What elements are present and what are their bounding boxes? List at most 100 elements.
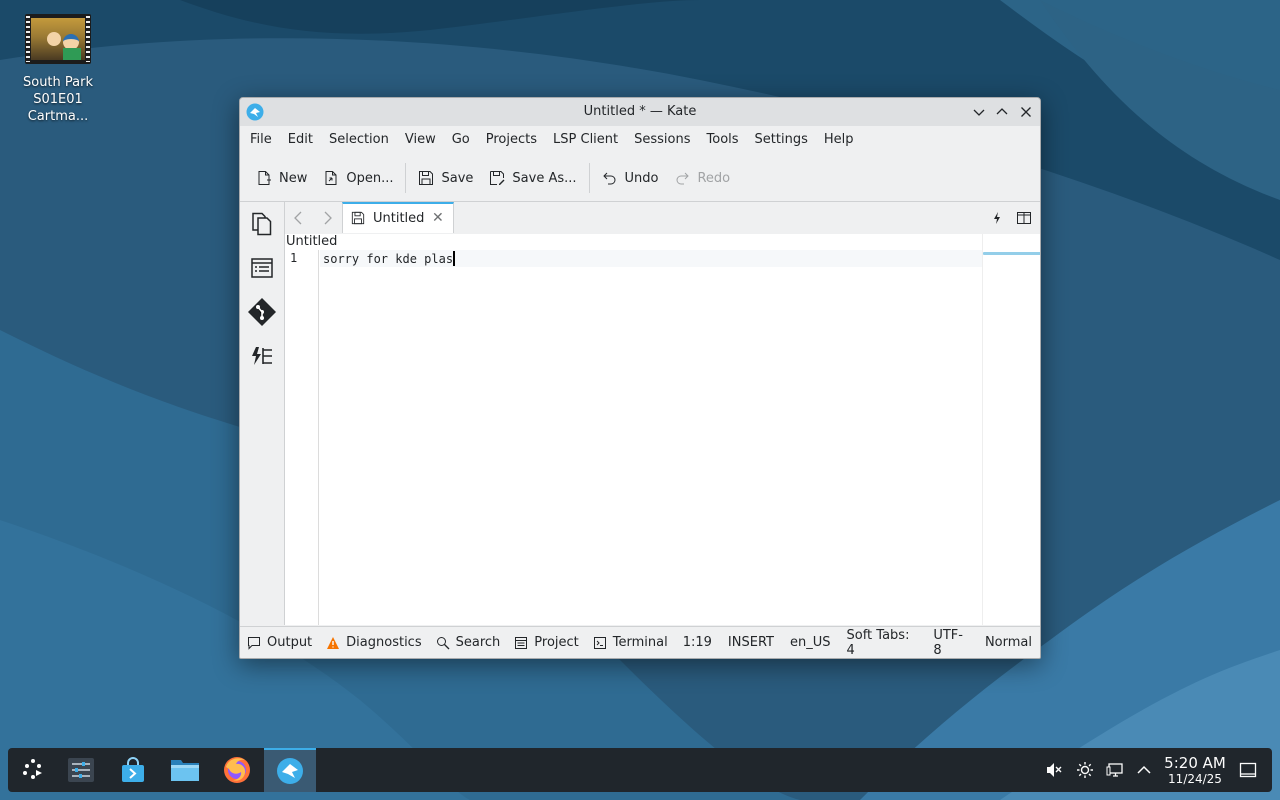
- menu-projects[interactable]: Projects: [478, 126, 545, 154]
- redo-label: Redo: [697, 170, 731, 186]
- maximize-button[interactable]: [993, 103, 1011, 121]
- app-launcher-button[interactable]: [8, 748, 58, 792]
- discover-taskbar-button[interactable]: [108, 748, 158, 792]
- desktop-file-label-1: South Park: [22, 75, 93, 90]
- breadcrumb[interactable]: Untitled: [286, 234, 338, 250]
- menu-sessions[interactable]: Sessions: [626, 126, 698, 154]
- project-tree-icon: [252, 347, 272, 365]
- undo-button[interactable]: Undo: [594, 163, 667, 193]
- tab-bar: Untitled ✕: [285, 202, 1040, 234]
- main-toolbar: New Open... Save Save As... Undo Redo: [240, 158, 1040, 198]
- encoding[interactable]: UTF-8: [925, 628, 977, 658]
- project-icon: [515, 636, 528, 649]
- list-icon: [251, 258, 273, 278]
- window-title: Untitled * — Kate: [583, 104, 697, 119]
- launcher-icon: [23, 759, 42, 779]
- split-view-icon[interactable]: [1016, 210, 1032, 226]
- folder-icon: [171, 760, 199, 781]
- project-tree-sidebar-button[interactable]: [246, 340, 278, 372]
- title-bar[interactable]: Untitled * — Kate: [240, 98, 1040, 126]
- back-arrow-icon[interactable]: [291, 210, 307, 226]
- main-content: Untitled ✕ Untitled 1 sorry for kde plas: [240, 201, 1040, 625]
- save-as-icon: [490, 171, 505, 185]
- taskbar: 5:20 AM 11/24/25: [8, 748, 1272, 792]
- line-number: 1: [290, 251, 298, 265]
- open-button[interactable]: Open...: [315, 163, 401, 193]
- menu-edit[interactable]: Edit: [280, 126, 321, 154]
- show-desktop-icon[interactable]: [1238, 760, 1258, 780]
- kate-window: Untitled * — Kate File Edit Selection Vi…: [239, 97, 1041, 659]
- menu-view[interactable]: View: [397, 126, 444, 154]
- minimap[interactable]: [982, 234, 1040, 625]
- shopping-bag-icon: [122, 757, 144, 782]
- desktop-file-icon[interactable]: South Park S01E01 Cartma...: [4, 14, 112, 125]
- save-button[interactable]: Save: [410, 163, 481, 193]
- undo-icon: [602, 172, 616, 185]
- search-label: Search: [455, 635, 501, 650]
- firefox-taskbar-button[interactable]: [212, 748, 262, 792]
- documents-icon: [252, 212, 272, 236]
- git-icon: [248, 298, 276, 326]
- kate-icon: [277, 758, 303, 784]
- spellcheck-language[interactable]: en_US: [782, 635, 839, 650]
- documents-sidebar-button[interactable]: [246, 208, 278, 240]
- menu-selection[interactable]: Selection: [321, 126, 397, 154]
- forward-arrow-icon[interactable]: [319, 210, 335, 226]
- new-label: New: [279, 170, 308, 186]
- chevron-up-icon: [996, 108, 1008, 115]
- video-thumbnail-icon: [25, 14, 91, 64]
- close-button[interactable]: [1017, 103, 1035, 121]
- diagnostics-label: Diagnostics: [346, 635, 422, 650]
- chevron-up-icon[interactable]: [1134, 760, 1154, 780]
- output-icon: [248, 636, 260, 650]
- brightness-icon[interactable]: [1075, 760, 1095, 780]
- code-line[interactable]: sorry for kde plas: [323, 251, 456, 266]
- menu-go[interactable]: Go: [444, 126, 478, 154]
- search-button[interactable]: Search: [429, 629, 508, 657]
- save-icon: [351, 211, 365, 225]
- tab-untitled[interactable]: Untitled ✕: [342, 202, 454, 233]
- cursor-position[interactable]: 1:19: [675, 635, 720, 650]
- minimap-viewport[interactable]: [983, 252, 1040, 255]
- symbols-sidebar-button[interactable]: [246, 252, 278, 284]
- undo-label: Undo: [624, 170, 659, 186]
- new-button[interactable]: New: [248, 163, 315, 193]
- edit-mode[interactable]: INSERT: [720, 635, 782, 650]
- tab-close-icon[interactable]: ✕: [432, 210, 444, 226]
- terminal-button[interactable]: Terminal: [586, 629, 675, 657]
- text-editor[interactable]: 1 sorry for kde plas: [286, 250, 982, 625]
- menu-lsp-client[interactable]: LSP Client: [545, 126, 626, 154]
- indentation-setting[interactable]: Soft Tabs: 4: [839, 628, 926, 658]
- terminal-icon: [593, 636, 606, 649]
- input-mode[interactable]: Normal: [977, 635, 1040, 650]
- output-button[interactable]: Output: [240, 629, 319, 657]
- menu-bar: File Edit Selection View Go Projects LSP…: [240, 126, 1040, 154]
- project-label: Project: [534, 635, 579, 650]
- network-icon[interactable]: [1105, 760, 1125, 780]
- clock[interactable]: 5:20 AM 11/24/25: [1158, 755, 1232, 787]
- menu-file[interactable]: File: [242, 126, 280, 154]
- menu-help[interactable]: Help: [816, 126, 862, 154]
- save-icon: [419, 171, 434, 185]
- kate-taskbar-button[interactable]: [264, 748, 316, 792]
- status-bar: Output Diagnostics Search Project Termin…: [240, 626, 1040, 658]
- output-label: Output: [267, 635, 313, 650]
- clock-date: 11/24/25: [1168, 772, 1222, 786]
- settings-sliders-icon: [68, 758, 94, 782]
- save-as-button[interactable]: Save As...: [481, 163, 584, 193]
- volume-muted-icon[interactable]: [1044, 760, 1064, 780]
- menu-tools[interactable]: Tools: [699, 126, 747, 154]
- quick-open-icon[interactable]: [989, 210, 1005, 226]
- warning-icon: [327, 636, 340, 649]
- project-button[interactable]: Project: [507, 629, 585, 657]
- text-cursor: [453, 251, 456, 266]
- line-number-gutter: 1: [286, 250, 319, 625]
- diagnostics-button[interactable]: Diagnostics: [319, 629, 428, 657]
- file-manager-taskbar-button[interactable]: [160, 748, 210, 792]
- git-sidebar-button[interactable]: [246, 296, 278, 328]
- menu-settings[interactable]: Settings: [747, 126, 816, 154]
- minimize-button[interactable]: [970, 103, 988, 121]
- tab-label: Untitled: [373, 211, 425, 226]
- system-settings-taskbar-button[interactable]: [56, 748, 106, 792]
- redo-button[interactable]: Redo: [666, 163, 738, 193]
